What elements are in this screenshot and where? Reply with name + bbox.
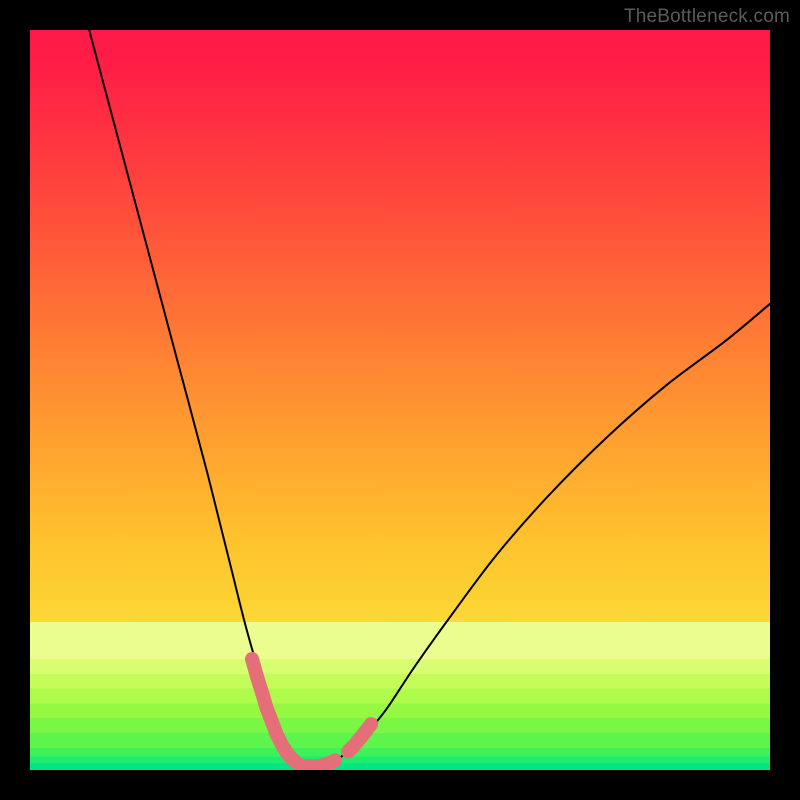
plot-area	[30, 30, 770, 770]
bottleneck-curve	[89, 30, 770, 767]
highlight-markers	[252, 659, 371, 766]
curve-svg	[30, 30, 770, 770]
highlight-marker	[366, 724, 371, 731]
chart-frame: TheBottleneck.com	[0, 0, 800, 800]
highlight-marker	[330, 760, 335, 762]
watermark-text: TheBottleneck.com	[624, 6, 790, 28]
